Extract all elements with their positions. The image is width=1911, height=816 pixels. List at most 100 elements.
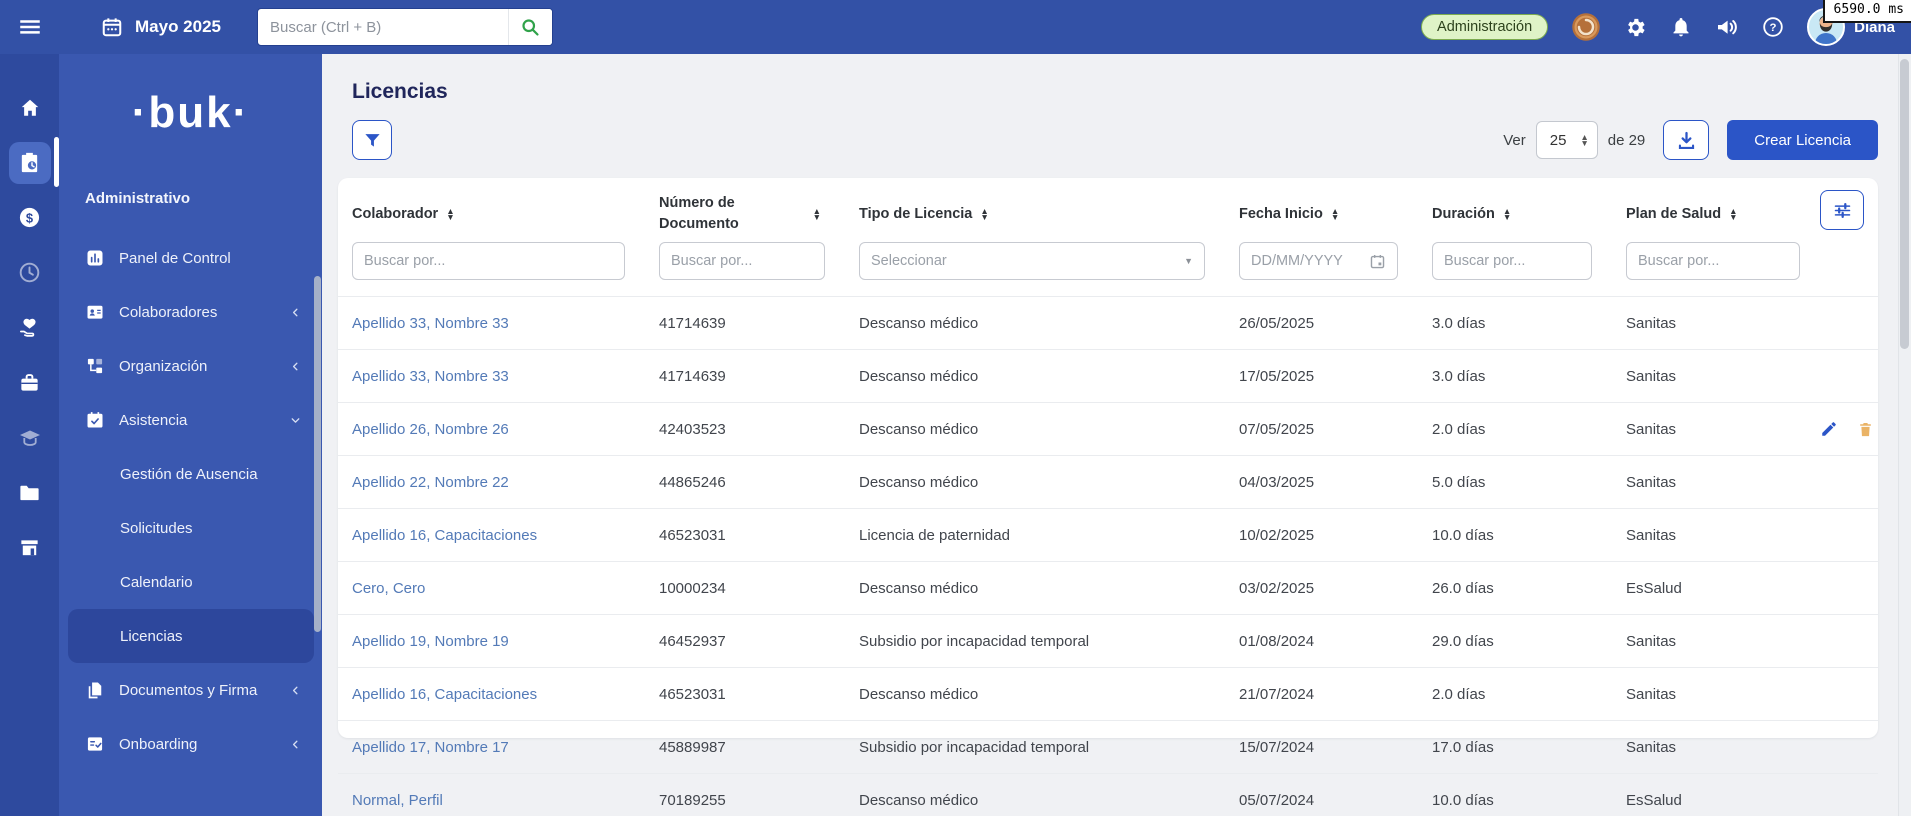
calendar-check-icon bbox=[85, 410, 105, 430]
row-documento: 10000234 bbox=[659, 579, 726, 597]
row-colaborador[interactable]: Apellido 33, Nombre 33 bbox=[338, 315, 645, 332]
marketplace-store-icon[interactable] bbox=[0, 520, 59, 575]
chevron-left-icon bbox=[289, 306, 302, 319]
sidebar-item-asistencia[interactable]: Asistencia bbox=[59, 393, 322, 447]
row-colaborador[interactable]: Apellido 26, Nombre 26 bbox=[338, 421, 645, 438]
table-body: Apellido 33, Nombre 33 41714639 Descanso… bbox=[338, 296, 1878, 816]
filter-tipo-select[interactable]: Seleccionar ▼ bbox=[859, 242, 1205, 280]
bell-icon[interactable] bbox=[1670, 16, 1692, 38]
row-colaborador[interactable]: Apellido 19, Nombre 19 bbox=[338, 633, 645, 650]
row-colaborador[interactable]: Cero, Cero bbox=[338, 580, 645, 597]
page-scrollbar-thumb[interactable] bbox=[1900, 59, 1909, 349]
edit-icon[interactable] bbox=[1820, 420, 1838, 438]
table-row[interactable]: Cero, Cero 10000234 Descanso médico 03/0… bbox=[338, 561, 1878, 614]
coin-rewards-icon[interactable] bbox=[1571, 12, 1601, 42]
row-colaborador[interactable]: Normal, Perfil bbox=[338, 792, 645, 809]
row-documento: 46523031 bbox=[659, 526, 726, 544]
sidebar-item-label: Panel de Control bbox=[119, 249, 231, 267]
megaphone-icon[interactable] bbox=[1715, 15, 1739, 39]
sidebar-item-colaboradores[interactable]: Colaboradores bbox=[59, 285, 322, 339]
sidebar-item-documentos-y-firma[interactable]: Documentos y Firma bbox=[59, 663, 322, 717]
row-documento: 46523031 bbox=[659, 685, 726, 703]
sort-icon[interactable]: ▲ ▼ bbox=[1503, 206, 1511, 221]
training-grad-cap-icon[interactable] bbox=[0, 410, 59, 465]
row-documento: 44865246 bbox=[659, 473, 726, 491]
table-row[interactable]: Apellido 33, Nombre 33 41714639 Descanso… bbox=[338, 296, 1878, 349]
row-fecha: 01/08/2024 bbox=[1239, 632, 1315, 650]
column-header-fecha[interactable]: Fecha Inicio ▲ ▼ bbox=[1225, 206, 1418, 222]
sort-icon[interactable]: ▲ ▼ bbox=[813, 206, 821, 221]
sidebar-subitem-solicitudes[interactable]: Solicitudes bbox=[68, 501, 314, 555]
sidebar-item-panel-de-control[interactable]: Panel de Control bbox=[59, 231, 322, 285]
table-row[interactable]: Apellido 22, Nombre 22 44865246 Descanso… bbox=[338, 455, 1878, 508]
column-header-duracion[interactable]: Duración ▲ ▼ bbox=[1418, 206, 1612, 222]
benefits-briefcase-icon[interactable] bbox=[0, 355, 59, 410]
calendar-icon[interactable] bbox=[101, 16, 123, 38]
org-chart-icon bbox=[85, 356, 105, 376]
row-documento: 70189255 bbox=[659, 791, 726, 809]
gear-icon[interactable] bbox=[1624, 16, 1647, 39]
sidebar-subitem-licencias[interactable]: Licencias bbox=[68, 609, 314, 663]
row-colaborador[interactable]: Apellido 22, Nombre 22 bbox=[338, 474, 645, 491]
row-tipo: Descanso médico bbox=[859, 579, 979, 597]
page-size-select[interactable]: 25 ▲ ▼ bbox=[1535, 121, 1598, 159]
page-scrollbar[interactable] bbox=[1898, 54, 1911, 816]
sidebar-subitem-gestion-de-ausencia[interactable]: Gestión de Ausencia bbox=[68, 447, 314, 501]
icon-rail: $ bbox=[0, 54, 59, 816]
table-row[interactable]: Apellido 19, Nombre 19 46452937 Subsidio… bbox=[338, 614, 1878, 667]
calendar-icon[interactable] bbox=[1369, 253, 1386, 270]
hamburger-menu-icon[interactable] bbox=[17, 14, 43, 40]
download-button[interactable] bbox=[1663, 120, 1710, 160]
sidebar-subitem-label: Gestión de Ausencia bbox=[120, 465, 258, 483]
table-row[interactable]: Apellido 26, Nombre 26 42403523 Descanso… bbox=[338, 402, 1878, 455]
row-duracion: 5.0 días bbox=[1432, 473, 1486, 491]
table-row[interactable]: Apellido 16, Capacitaciones 46523031 Des… bbox=[338, 667, 1878, 720]
sort-icon[interactable]: ▲ ▼ bbox=[1331, 206, 1339, 221]
sidebar-scrollbar[interactable] bbox=[314, 276, 321, 632]
help-icon[interactable]: ? bbox=[1762, 16, 1784, 38]
payroll-dollar-icon[interactable]: $ bbox=[0, 190, 59, 245]
row-tipo: Subsidio por incapacidad temporal bbox=[859, 632, 1090, 650]
row-colaborador[interactable]: Apellido 16, Capacitaciones bbox=[338, 686, 645, 703]
row-documento: 46452937 bbox=[659, 632, 726, 650]
chevron-left-icon bbox=[289, 684, 302, 697]
create-license-button[interactable]: Crear Licencia bbox=[1727, 120, 1878, 160]
current-month-label[interactable]: Mayo 2025 bbox=[135, 17, 221, 37]
sort-icon[interactable]: ▲ ▼ bbox=[980, 206, 988, 221]
table-row[interactable]: Apellido 16, Capacitaciones 46523031 Lic… bbox=[338, 508, 1878, 561]
filter-plan-input[interactable] bbox=[1626, 242, 1800, 280]
column-header-colaborador[interactable]: Colaborador ▲ ▼ bbox=[338, 206, 645, 222]
licenses-clipboard-icon[interactable] bbox=[0, 135, 59, 190]
column-settings-button[interactable] bbox=[1820, 190, 1864, 230]
wellbeing-hand-heart-icon[interactable] bbox=[0, 300, 59, 355]
column-header-tipo[interactable]: Tipo de Licencia ▲ ▼ bbox=[845, 206, 1225, 222]
row-colaborador[interactable]: Apellido 17, Nombre 17 bbox=[338, 739, 645, 756]
files-folder-icon[interactable] bbox=[0, 465, 59, 520]
home-icon[interactable] bbox=[0, 80, 59, 135]
table-row[interactable]: Apellido 33, Nombre 33 41714639 Descanso… bbox=[338, 349, 1878, 402]
row-fecha: 15/07/2024 bbox=[1239, 738, 1315, 756]
global-search-input[interactable] bbox=[258, 18, 508, 36]
sidebar-subitem-label: Calendario bbox=[120, 573, 193, 591]
column-header-plan[interactable]: Plan de Salud ▲ ▼ bbox=[1612, 206, 1820, 222]
filter-duracion-input[interactable] bbox=[1432, 242, 1592, 280]
filter-colaborador-input[interactable] bbox=[352, 242, 625, 280]
stepper-icon: ▲ ▼ bbox=[1580, 131, 1589, 148]
sidebar-subitem-calendario[interactable]: Calendario bbox=[68, 555, 314, 609]
column-header-documento[interactable]: Número de Documento ▲ ▼ bbox=[645, 193, 845, 235]
time-clock-icon[interactable] bbox=[0, 245, 59, 300]
sort-icon[interactable]: ▲ ▼ bbox=[446, 206, 454, 221]
delete-icon[interactable] bbox=[1857, 421, 1874, 438]
row-documento: 42403523 bbox=[659, 420, 726, 438]
search-icon[interactable] bbox=[508, 9, 552, 45]
row-colaborador[interactable]: Apellido 33, Nombre 33 bbox=[338, 368, 645, 385]
sidebar-item-organizacion[interactable]: Organización bbox=[59, 339, 322, 393]
table-row[interactable]: Apellido 17, Nombre 17 45889987 Subsidio… bbox=[338, 720, 1878, 773]
table-row[interactable]: Normal, Perfil 70189255 Descanso médico … bbox=[338, 773, 1878, 816]
filter-button[interactable] bbox=[352, 120, 392, 160]
sort-icon[interactable]: ▲ ▼ bbox=[1729, 206, 1737, 221]
sidebar-item-onboarding[interactable]: Onboarding bbox=[59, 717, 322, 771]
row-colaborador[interactable]: Apellido 16, Capacitaciones bbox=[338, 527, 645, 544]
filter-documento-input[interactable] bbox=[659, 242, 825, 280]
filter-fecha-date-input[interactable]: DD/MM/YYYY bbox=[1239, 242, 1398, 280]
